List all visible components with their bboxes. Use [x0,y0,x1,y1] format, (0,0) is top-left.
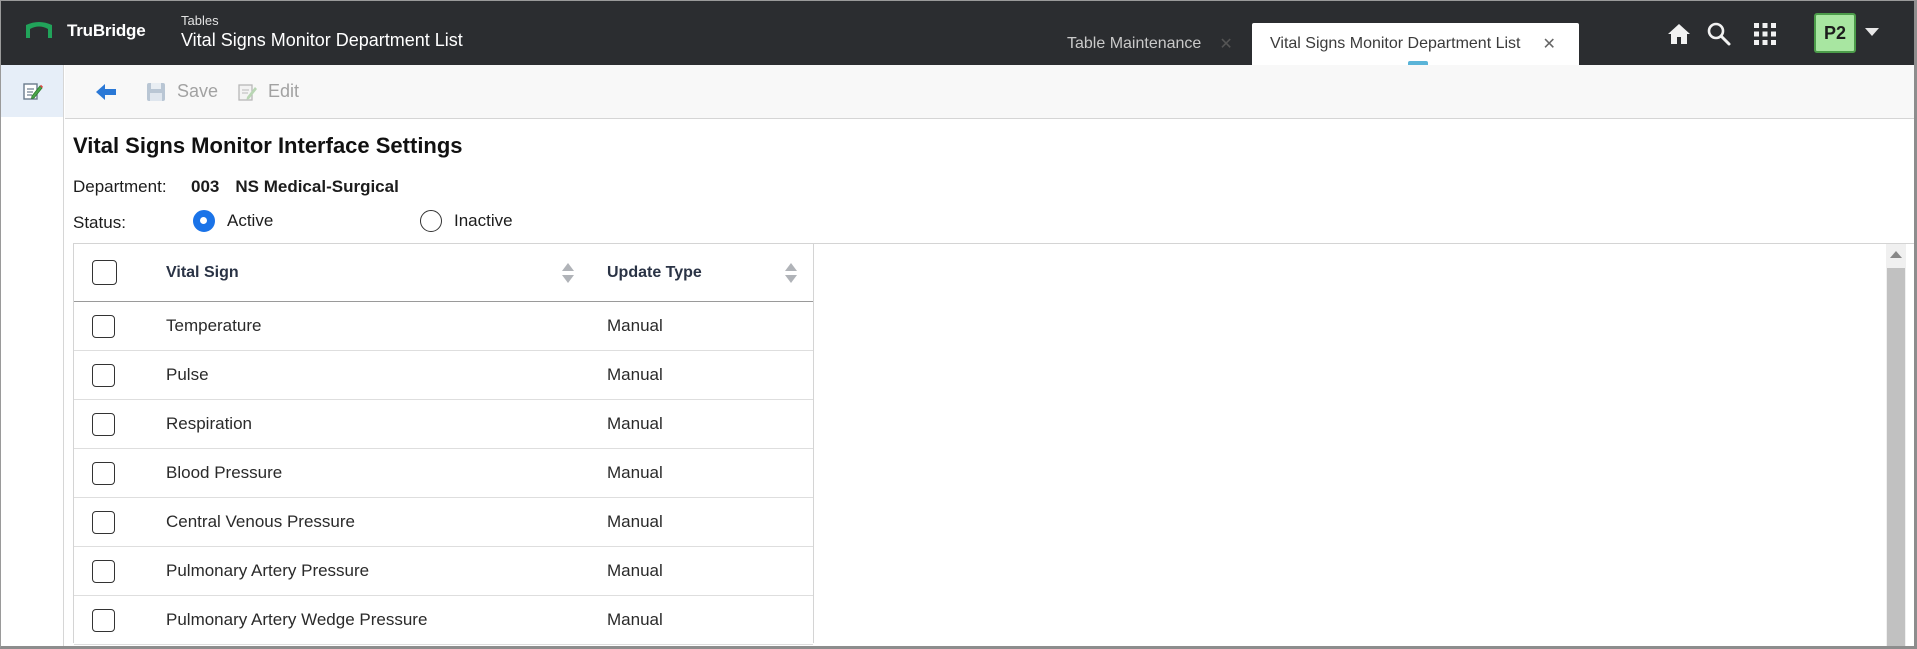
table-row[interactable]: Pulmonary Artery Wedge Pressure Manual [74,596,813,645]
top-header-bar: TruBridge Tables Vital Signs Monitor Dep… [1,1,1914,65]
vital-sign-cell: Pulmonary Artery Wedge Pressure [166,610,428,629]
save-label: Save [177,81,219,101]
select-all-checkbox[interactable] [92,260,117,285]
close-icon[interactable]: ✕ [1542,34,1555,54]
edit-label: Edit [268,81,300,101]
back-arrow-icon[interactable] [95,83,117,101]
department-label: Department: [73,177,167,196]
trubridge-logo-icon [26,22,52,38]
table-row[interactable]: Temperature Manual [74,302,813,351]
update-type-cell: Manual [607,512,663,531]
user-avatar[interactable]: P2 [1814,13,1856,53]
column-header-vital-sign[interactable]: Vital Sign [166,264,607,282]
department-line: Department: 003 NS Medical-Surgical [73,177,399,197]
department-code: 003 [191,177,220,196]
update-type-cell: Manual [607,463,663,482]
rail-item-edit[interactable] [1,65,63,117]
vital-sign-cell: Temperature [166,316,262,335]
radio-button[interactable] [420,210,442,232]
row-checkbox-cell [74,314,166,338]
vital-signs-grid: Vital Sign Update Type Temperature Manua… [73,243,814,645]
select-all-cell [74,260,166,285]
close-icon[interactable]: ✕ [1219,34,1232,54]
table-row[interactable]: Respiration Manual [74,400,813,449]
update-type-cell: Manual [607,610,663,629]
department-name: NS Medical-Surgical [235,177,399,196]
left-rail [1,65,64,646]
vital-sign-cell: Pulmonary Artery Pressure [166,561,370,580]
row-checkbox-cell [74,608,166,632]
status-line: Status: Active Inactive [73,210,673,236]
edit-button[interactable]: Edit [236,81,299,103]
sort-icon[interactable] [562,263,574,283]
status-radio-active[interactable]: Active [193,210,273,232]
logo-text: TruBridge [67,21,146,40]
table-row[interactable]: Central Venous Pressure Manual [74,498,813,547]
radio-button[interactable] [193,210,215,232]
edit-icon [238,83,258,101]
sort-icon[interactable] [785,263,797,283]
update-type-cell: Manual [607,365,663,384]
vital-sign-cell: Pulse [166,365,209,384]
radio-label: Active [227,211,274,230]
tab-table-maintenance[interactable]: Table Maintenance ✕ [1049,23,1251,65]
status-radio-inactive[interactable]: Inactive [420,210,513,232]
app-title: Vital Signs Monitor Department List [181,30,463,50]
row-checkbox[interactable] [92,363,115,387]
vertical-scrollbar[interactable] [1886,244,1906,646]
row-checkbox-cell [74,363,166,387]
toolbar: Save Edit [65,65,1914,119]
app-subtitle: Tables [181,13,219,28]
tab-vital-signs-monitor-department-list[interactable]: Vital Signs Monitor Department List ✕ [1252,23,1579,65]
row-checkbox-cell [74,559,166,583]
row-checkbox[interactable] [92,412,115,436]
table-row[interactable]: Pulmonary Artery Pressure Manual [74,547,813,596]
update-type-cell: Manual [607,316,663,335]
save-button[interactable]: Save [145,81,218,103]
row-checkbox[interactable] [92,510,115,534]
status-label: Status: [73,213,126,232]
update-type-cell: Manual [607,561,663,580]
main-content: Vital Signs Monitor Interface Settings D… [73,119,1914,646]
row-checkbox[interactable] [92,314,115,338]
tab-label: Vital Signs Monitor Department List [1270,35,1521,52]
chevron-down-icon[interactable] [1865,28,1879,36]
vital-sign-cell: Respiration [166,414,252,433]
update-type-cell: Manual [607,414,663,433]
scroll-up-arrow-icon[interactable] [1890,251,1902,258]
vital-sign-cell: Central Venous Pressure [166,512,355,531]
row-checkbox-cell [74,412,166,436]
radio-label: Inactive [454,211,513,230]
app-title-block: Tables Vital Signs Monitor Department Li… [181,13,463,51]
search-icon[interactable] [1706,21,1732,47]
grid-header-row: Vital Sign Update Type [74,244,813,302]
logo[interactable]: TruBridge [25,21,146,41]
table-row[interactable]: Pulse Manual [74,351,813,400]
home-icon[interactable] [1666,21,1692,47]
detail-panel [814,243,1914,646]
scroll-thumb[interactable] [1887,268,1905,646]
apps-grid-icon[interactable] [1752,21,1778,47]
save-icon [147,82,165,101]
row-checkbox[interactable] [92,461,115,485]
app-window: TruBridge Tables Vital Signs Monitor Dep… [0,0,1917,649]
vital-sign-cell: Blood Pressure [166,463,283,482]
column-header-update-type[interactable]: Update Type [607,264,807,282]
row-checkbox[interactable] [92,608,115,632]
table-row[interactable]: Blood Pressure Manual [74,449,813,498]
edit-notes-icon [23,83,43,100]
row-checkbox-cell [74,461,166,485]
row-checkbox[interactable] [92,559,115,583]
page-title: Vital Signs Monitor Interface Settings [73,133,463,158]
tab-label: Table Maintenance [1067,35,1202,52]
row-checkbox-cell [74,510,166,534]
